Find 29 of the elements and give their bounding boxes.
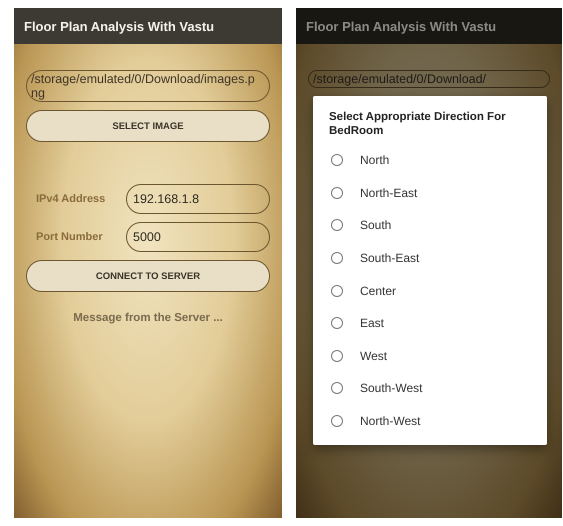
input-field[interactable]: 5000 [126, 222, 270, 252]
radio-button[interactable] [331, 219, 343, 232]
direction-option[interactable]: North-West [329, 404, 531, 438]
direction-option[interactable]: South-East [329, 242, 531, 274]
field-label: IPv4 Address [36, 193, 106, 205]
direction-option[interactable]: North [329, 144, 531, 177]
field-label: Port Number [36, 231, 104, 243]
file-path-field[interactable]: /storage/emulated/0/Download/images.png [26, 70, 270, 102]
radio-button[interactable] [331, 415, 343, 428]
app-title: Floor Plan Analysis With Vastu [24, 18, 214, 34]
radio-button[interactable] [331, 252, 343, 264]
radio-button[interactable] [331, 154, 343, 166]
select-image-button[interactable]: SELECT IMAGE [26, 110, 270, 142]
direction-option[interactable]: South-West [329, 372, 531, 405]
connect-button[interactable]: CONNECT TO SERVER [26, 260, 270, 292]
direction-option[interactable]: West [329, 340, 531, 372]
direction-option[interactable]: East [329, 306, 531, 340]
radio-button[interactable] [331, 284, 343, 297]
radio-button[interactable] [331, 317, 343, 330]
radio-button[interactable] [331, 186, 343, 199]
direction-option[interactable]: North-East [329, 176, 531, 210]
radio-button[interactable] [331, 350, 343, 362]
server-message: Message from the Server ... [73, 312, 223, 324]
radio-button[interactable] [331, 382, 343, 394]
direction-option[interactable]: South [329, 209, 531, 242]
app-title: Floor Plan Analysis With Vastu [306, 18, 496, 34]
dialog-title: Select Appropriate Direction For BedRoom [329, 110, 507, 138]
direction-option[interactable]: Center [329, 274, 531, 307]
input-field[interactable]: 192.168.1.8 [126, 184, 270, 214]
